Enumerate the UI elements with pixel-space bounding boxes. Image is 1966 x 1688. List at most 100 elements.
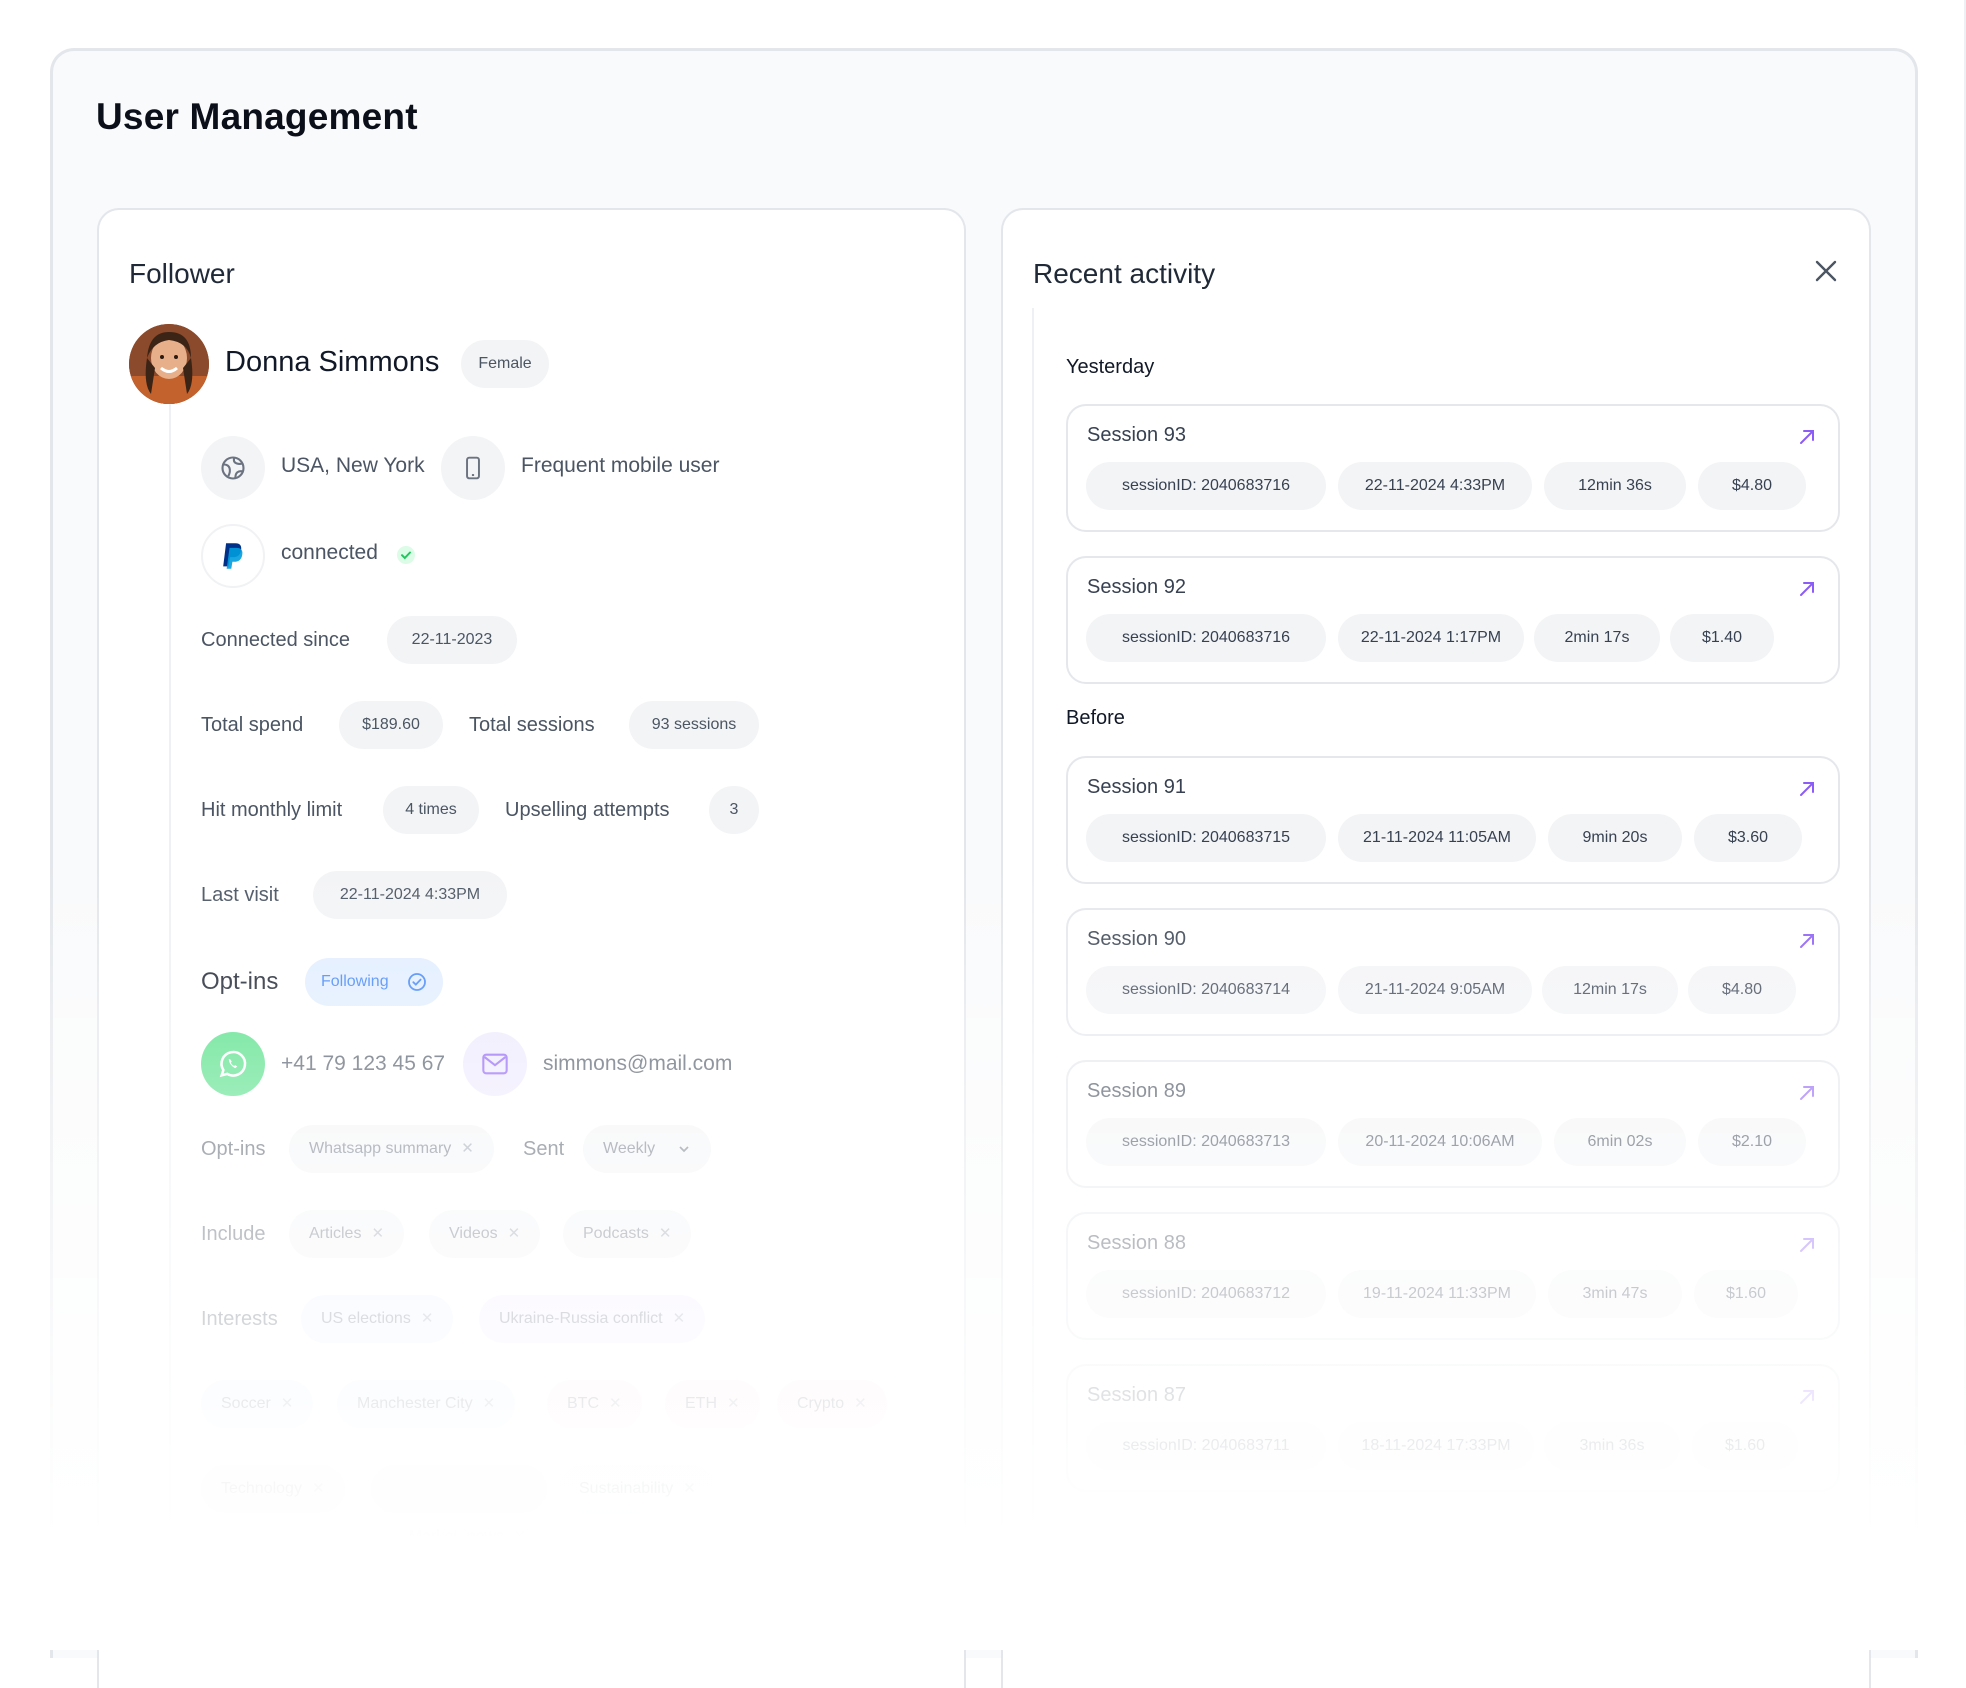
- interest-tag-btc[interactable]: BTC ✕: [547, 1380, 642, 1428]
- whatsapp-icon-circle[interactable]: [201, 1032, 265, 1096]
- include-tag-podcasts[interactable]: Podcasts ✕: [563, 1210, 692, 1258]
- remove-tag-icon[interactable]: ✕: [312, 1480, 325, 1497]
- remove-tag-icon[interactable]: ✕: [673, 1310, 686, 1327]
- session-title: Session 89: [1087, 1080, 1186, 1102]
- tag-label: Technology: [221, 1480, 302, 1497]
- session-id: sessionID: 2040683716: [1086, 614, 1326, 662]
- recent-activity-title: Recent activity: [1033, 258, 1216, 289]
- whatsapp-icon: [219, 1050, 247, 1078]
- arrow-up-right-icon[interactable]: [1796, 1386, 1818, 1408]
- group-label-before: Before: [1066, 707, 1125, 729]
- paypal-status-text: connected: [281, 541, 378, 564]
- session-card[interactable]: Session 89 sessionID: 2040683713 20-11-2…: [1066, 1060, 1840, 1188]
- email-address: simmons@mail.com: [543, 1052, 733, 1075]
- arrow-up-right-icon[interactable]: [1796, 930, 1818, 952]
- remove-tag-icon[interactable]: ✕: [483, 1395, 496, 1412]
- tag-label: Articles: [309, 1225, 362, 1242]
- remove-tag-icon[interactable]: ✕: [854, 1395, 867, 1412]
- remove-tag-icon[interactable]: ✕: [609, 1395, 622, 1412]
- location-icon-circle: [201, 436, 265, 500]
- session-amount: $4.80: [1698, 462, 1806, 510]
- device-icon-circle: [441, 436, 505, 500]
- session-title: Session 92: [1087, 576, 1186, 598]
- session-duration: 2min 17s: [1534, 614, 1660, 662]
- session-datetime: 22-11-2024 1:17PM: [1338, 614, 1524, 662]
- tag-label: BTC: [567, 1395, 599, 1412]
- following-badge[interactable]: Following: [305, 958, 443, 1006]
- total-sessions-value: 93 sessions: [629, 701, 759, 749]
- total-sessions-label: Total sessions: [469, 714, 595, 736]
- interest-tag-manchester-city[interactable]: Manchester City ✕: [337, 1380, 516, 1428]
- recent-activity-card: Recent activity Yesterday Session 93 ses…: [1001, 208, 1871, 1688]
- session-card[interactable]: Session 91 sessionID: 2040683715 21-11-2…: [1066, 756, 1840, 884]
- interest-tag-ukraine-russia[interactable]: Ukraine-Russia conflict ✕: [479, 1295, 706, 1343]
- include-label: Include: [201, 1223, 266, 1245]
- hit-monthly-limit-label: Hit monthly limit: [201, 799, 343, 821]
- last-visit-value: 22-11-2024 4:33PM: [313, 871, 507, 919]
- mail-icon: [482, 1053, 508, 1075]
- remove-tag-icon[interactable]: ✕: [659, 1225, 672, 1242]
- interest-tag-soccer[interactable]: Soccer ✕: [201, 1380, 314, 1428]
- session-card[interactable]: Session 88 sessionID: 2040683712 19-11-2…: [1066, 1212, 1840, 1340]
- include-tag-videos[interactable]: Videos ✕: [429, 1210, 541, 1258]
- session-card[interactable]: Session 92 sessionID: 2040683716 22-11-2…: [1066, 556, 1840, 684]
- arrow-up-right-icon[interactable]: [1796, 778, 1818, 800]
- session-datetime: 20-11-2024 10:06AM: [1338, 1118, 1542, 1166]
- remove-tag-icon[interactable]: ✕: [371, 1225, 384, 1242]
- interest-tag-crypto[interactable]: Crypto ✕: [777, 1380, 887, 1428]
- session-duration: 12min 36s: [1544, 462, 1686, 510]
- session-card[interactable]: Session 90 sessionID: 2040683714 21-11-2…: [1066, 908, 1840, 1036]
- tag-label: Crypto: [797, 1395, 845, 1412]
- interest-tag-us-elections[interactable]: US elections ✕: [301, 1295, 454, 1343]
- check-icon: [397, 546, 415, 564]
- remove-tag-icon[interactable]: ✕: [514, 1528, 527, 1545]
- total-spend-value: $189.60: [339, 701, 443, 749]
- session-id: sessionID: 2040683713: [1086, 1118, 1326, 1166]
- arrow-up-right-icon[interactable]: [1796, 1234, 1818, 1256]
- last-visit-label: Last visit: [201, 884, 279, 906]
- arrow-up-right-icon[interactable]: [1796, 426, 1818, 448]
- total-spend-label: Total spend: [201, 714, 304, 736]
- paypal-icon-circle: [201, 524, 265, 588]
- interest-tag-market-news[interactable]: Market news ✕: [371, 1465, 547, 1545]
- gender-badge: Female: [461, 340, 549, 388]
- interest-tag-technology[interactable]: Technology ✕: [201, 1465, 345, 1513]
- follower-card-title: Follower: [129, 258, 235, 289]
- session-id: sessionID: 2040683714: [1086, 966, 1326, 1014]
- remove-tag-icon[interactable]: ✕: [727, 1395, 740, 1412]
- include-tag-articles[interactable]: Articles ✕: [289, 1210, 405, 1258]
- optin-tag-whatsapp-summary[interactable]: Whatsapp summary ✕: [289, 1125, 494, 1173]
- tag-label: Ukraine-Russia conflict: [499, 1310, 663, 1327]
- remove-tag-icon[interactable]: ✕: [683, 1480, 696, 1497]
- smartphone-icon: [466, 456, 480, 480]
- arrow-up-right-icon[interactable]: [1796, 578, 1818, 600]
- remove-tag-icon[interactable]: ✕: [421, 1310, 434, 1327]
- chevron-down-icon: [679, 1146, 689, 1153]
- session-amount: $4.80: [1688, 966, 1796, 1014]
- sent-label: Sent: [523, 1138, 565, 1160]
- session-card[interactable]: Session 93 sessionID: 2040683716 22-11-2…: [1066, 404, 1840, 532]
- session-card[interactable]: Session 87 sessionID: 2040683711 18-11-2…: [1066, 1364, 1840, 1492]
- interest-tag-sustainability[interactable]: Sustainability ✕: [559, 1465, 716, 1513]
- optin-tag-label: Whatsapp summary: [309, 1140, 452, 1157]
- follower-name: Donna Simmons: [225, 346, 440, 378]
- session-title: Session 91: [1087, 776, 1186, 798]
- session-title: Session 90: [1087, 928, 1186, 950]
- session-datetime: 21-11-2024 11:05AM: [1338, 814, 1536, 862]
- check-circle-icon: [408, 973, 426, 991]
- session-id: sessionID: 2040683716: [1086, 462, 1326, 510]
- session-amount: $1.60: [1692, 1422, 1798, 1470]
- close-icon[interactable]: [1811, 256, 1841, 286]
- remove-tag-icon[interactable]: ✕: [508, 1225, 521, 1242]
- remove-tag-icon[interactable]: ✕: [461, 1140, 474, 1157]
- mail-icon-circle[interactable]: [463, 1032, 527, 1096]
- optins-label: Opt-ins: [201, 1138, 266, 1160]
- tag-label: Manchester City: [357, 1395, 473, 1412]
- session-amount: $1.40: [1670, 614, 1774, 662]
- interest-tag-eth[interactable]: ETH ✕: [665, 1380, 760, 1428]
- device-text: Frequent mobile user: [521, 454, 720, 477]
- connected-since-label: Connected since: [201, 629, 350, 651]
- remove-tag-icon[interactable]: ✕: [281, 1395, 294, 1412]
- arrow-up-right-icon[interactable]: [1796, 1082, 1818, 1104]
- sent-frequency-select[interactable]: Weekly: [583, 1125, 711, 1173]
